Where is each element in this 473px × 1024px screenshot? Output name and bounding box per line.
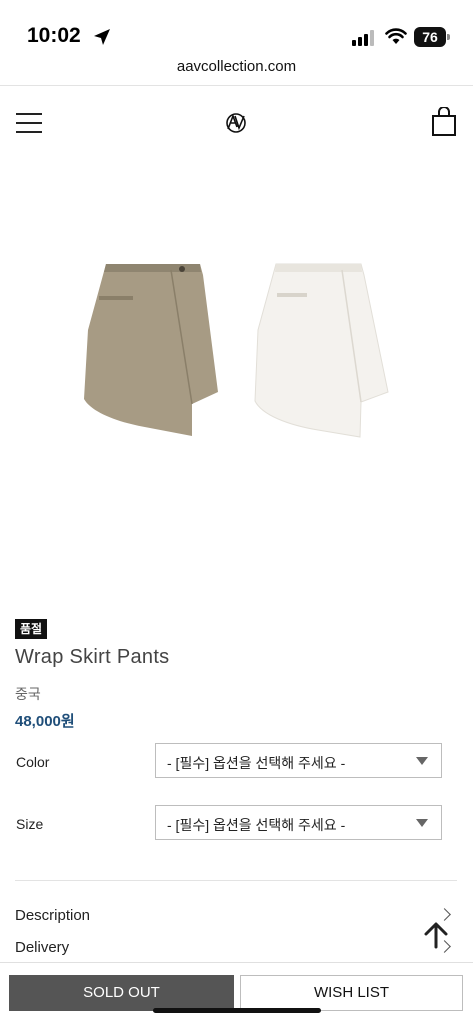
delivery-label: Delivery bbox=[15, 939, 70, 956]
color-option-label: Color bbox=[16, 754, 50, 770]
size-select[interactable]: - [필수] 옵션을 선택해 주세요 - bbox=[155, 805, 442, 840]
size-select-value: - [필수] 옵션을 선택해 주세요 - bbox=[167, 817, 346, 833]
wifi-icon bbox=[385, 28, 407, 44]
product-name: Wrap Skirt Pants bbox=[15, 646, 170, 668]
location-arrow-icon bbox=[94, 29, 110, 45]
dropdown-caret-icon bbox=[416, 819, 428, 827]
size-option-label: Size bbox=[16, 816, 44, 832]
status-time: 10:02 bbox=[27, 24, 81, 47]
description-label: Description bbox=[15, 907, 91, 924]
battery-level: 76 bbox=[422, 29, 438, 45]
product-price: 48,000원 bbox=[15, 713, 75, 730]
hamburger-icon[interactable] bbox=[16, 110, 42, 136]
product-origin: 중국 bbox=[15, 686, 41, 702]
status-bar: 10:02 76 bbox=[0, 0, 473, 54]
delivery-link[interactable]: Delivery bbox=[15, 935, 455, 961]
product-image[interactable] bbox=[0, 180, 473, 590]
scroll-to-top-icon[interactable] bbox=[421, 920, 451, 950]
shopping-bag-icon[interactable] bbox=[430, 107, 458, 137]
bottom-action-bar: SOLD OUT WISH LIST bbox=[0, 962, 473, 1024]
browser-url-bar[interactable]: aavcollection.com bbox=[0, 54, 473, 86]
dropdown-caret-icon bbox=[416, 757, 428, 765]
description-link[interactable]: Description bbox=[15, 903, 455, 929]
aav-logo-icon[interactable] bbox=[223, 110, 249, 136]
beige-skirt-image bbox=[84, 264, 218, 436]
browser-url[interactable]: aavcollection.com bbox=[0, 58, 473, 75]
color-select[interactable]: - [필수] 옵션을 선택해 주세요 - bbox=[155, 743, 442, 778]
chevron-right-icon bbox=[438, 908, 451, 921]
divider bbox=[15, 880, 457, 881]
site-header bbox=[0, 90, 473, 160]
battery-indicator: 76 bbox=[414, 27, 450, 47]
home-indicator bbox=[153, 1008, 321, 1013]
sold-out-button[interactable]: SOLD OUT bbox=[9, 975, 234, 1011]
color-select-value: - [필수] 옵션을 선택해 주세요 - bbox=[167, 755, 346, 771]
sold-out-badge: 품절 bbox=[15, 619, 48, 639]
cellular-signal-icon bbox=[352, 30, 374, 46]
wish-list-button[interactable]: WISH LIST bbox=[240, 975, 463, 1011]
ivory-skirt-image bbox=[254, 263, 389, 438]
